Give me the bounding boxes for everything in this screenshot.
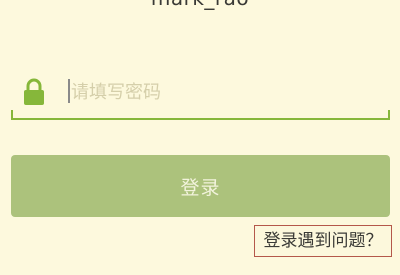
login-help-link[interactable]: 登录遇到问题？ <box>254 225 392 257</box>
password-input[interactable] <box>71 78 371 106</box>
login-button[interactable]: 登录 <box>11 155 390 217</box>
text-cursor <box>68 79 70 103</box>
username-label: mark_rao <box>0 0 400 10</box>
password-field-row[interactable] <box>11 74 390 122</box>
password-underline <box>11 118 390 120</box>
lock-icon <box>24 78 44 105</box>
